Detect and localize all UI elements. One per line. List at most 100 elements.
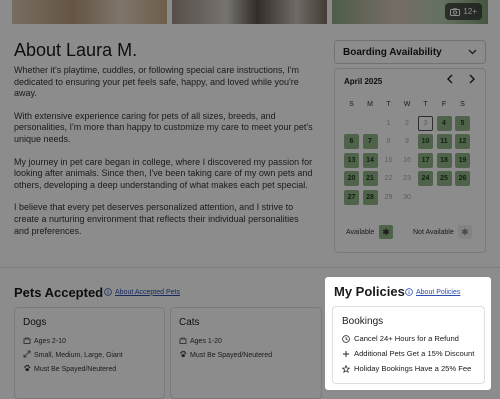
availability-calendar: April 2025 S M T W T F S 1 2 3 4 5 6 7 8 9 10 11 12…: [334, 68, 486, 253]
chevron-left-icon: [447, 74, 453, 84]
pet-detail-text: Small, Medium, Large, Giant: [34, 351, 123, 359]
about-policies-link[interactable]: About Policies: [405, 288, 460, 296]
pet-detail-row: Small, Medium, Large, Giant: [23, 350, 123, 360]
about-paragraph: I believe that every pet deserves person…: [14, 202, 299, 236]
calendar-day: 16: [403, 156, 411, 164]
photo-count-label: 12+: [463, 7, 477, 16]
chevron-down-icon: [468, 49, 477, 55]
about-title: About Laura M.: [14, 40, 138, 60]
weekday-label: M: [367, 101, 373, 108]
photo-count-badge[interactable]: 12+: [445, 3, 482, 20]
pet-detail-row: Ages 2-10: [23, 336, 66, 346]
calendar-day[interactable]: 19: [455, 152, 470, 168]
about-paragraph: With extensive experience caring for pet…: [14, 110, 313, 144]
calendar-day[interactable]: 26: [455, 171, 470, 186]
pet-type-name: Dogs: [23, 317, 47, 328]
calendar-day[interactable]: 6: [344, 134, 359, 149]
calendar-grid: S M T W T F S 1 2 3 4 5 6 7 8 9 10 11 12 13 14 15 16 17 1…: [344, 97, 470, 205]
gallery-photo[interactable]: [172, 0, 327, 24]
about-paragraph: My journey in pet care began in college,…: [14, 156, 313, 190]
size-icon: [23, 350, 31, 360]
calendar-day[interactable]: 25: [436, 171, 452, 186]
info-icon: [104, 288, 112, 296]
pet-detail-row: Must Be Spayed/Neutered: [179, 350, 272, 360]
calendar-day[interactable]: 24: [418, 171, 433, 186]
pet-card-cats: Cats Ages 1-20 Must Be Spayed/Neutered: [170, 307, 322, 399]
weekday-label: W: [403, 101, 411, 108]
pet-detail-text: Ages 2-10: [34, 337, 66, 345]
gallery-photo[interactable]: [12, 0, 167, 24]
availability-select-label: Boarding Availability: [343, 46, 442, 58]
calendar-day[interactable]: 28: [362, 189, 378, 205]
calendar-day[interactable]: 13: [344, 152, 359, 168]
about-description: Whether it's playtime, cuddles, or follo…: [14, 65, 314, 248]
calendar-day[interactable]: 17: [418, 152, 433, 168]
about-policies-label: About Policies: [416, 288, 461, 296]
calendar-day[interactable]: 11: [436, 134, 452, 149]
policies-title: My Policies: [334, 284, 405, 299]
pet-card-dogs: Dogs Ages 2-10 Small, Medium, Large, Gia…: [14, 307, 165, 399]
policy-text: Holiday Bookings Have a 25% Fee: [354, 364, 472, 373]
calendar-day[interactable]: 5: [455, 115, 470, 131]
pet-detail-row: Must Be Spayed/Neutered: [23, 364, 116, 374]
policy-row: Cancel 24+ Hours for a Refund: [342, 334, 459, 343]
weekday-label: T: [423, 101, 428, 108]
calendar-month: April 2025: [344, 77, 383, 86]
calendar-day: 8: [386, 138, 391, 145]
weekday-label: S: [460, 101, 465, 108]
camera-icon: [450, 7, 461, 16]
asterisk-icon: ✱: [461, 226, 469, 237]
legend-not-available-label: Not Available: [413, 229, 454, 236]
legend-available-swatch: ✱: [379, 225, 393, 239]
bookings-policy-card: Bookings Cancel 24+ Hours for a Refund A…: [332, 306, 485, 384]
weekday-label: F: [441, 101, 447, 108]
legend-available-label: Available: [346, 229, 375, 236]
paw-icon: [179, 350, 187, 360]
pet-type-name: Cats: [179, 317, 200, 328]
calendar-day[interactable]: 10: [418, 134, 433, 149]
calendar-day: 23: [403, 175, 411, 182]
clock-icon: [342, 334, 350, 343]
calendar-day: 30: [403, 193, 411, 201]
pet-detail-text: Must Be Spayed/Neutered: [190, 351, 273, 359]
calendar-day: 15: [384, 156, 393, 164]
about-accepted-pets-link[interactable]: About Accepted Pets: [104, 288, 180, 296]
calendar-day: 22: [384, 175, 393, 182]
bookings-title: Bookings: [342, 316, 384, 327]
calendar-day: 9: [405, 138, 409, 145]
plus-icon: [342, 350, 350, 358]
calendar-day[interactable]: 21: [362, 171, 378, 186]
age-icon: [23, 336, 31, 346]
policy-row: Holiday Bookings Have a 25% Fee: [342, 364, 471, 373]
calendar-empty-cell: [344, 116, 359, 131]
pet-detail-text: Must Be Spayed/Neutered: [34, 365, 117, 373]
weekday-label: S: [349, 101, 354, 108]
calendar-day[interactable]: 18: [436, 152, 452, 168]
availability-select[interactable]: Boarding Availability: [334, 40, 486, 64]
calendar-empty-cell: [363, 116, 378, 131]
calendar-day[interactable]: 14: [362, 152, 378, 168]
asterisk-icon: ✱: [382, 226, 390, 237]
calendar-day: 29: [384, 193, 393, 201]
prev-month-button[interactable]: [446, 74, 454, 87]
calendar-day[interactable]: 4: [436, 115, 452, 131]
calendar-day: 1: [386, 119, 391, 127]
policies-section: My Policies About Policies Bookings Canc…: [325, 277, 491, 390]
about-accepted-pets-label: About Accepted Pets: [115, 288, 180, 296]
legend-not-available-swatch: ✱: [458, 225, 472, 239]
calendar-day: 2: [405, 119, 409, 127]
gallery-photo[interactable]: 12+: [332, 0, 488, 24]
calendar-day[interactable]: 12: [455, 134, 470, 149]
section-divider: [0, 267, 500, 268]
calendar-day[interactable]: 27: [344, 189, 359, 205]
age-icon: [179, 336, 187, 346]
about-paragraph: Whether it's playtime, cuddles, or follo…: [14, 65, 300, 99]
next-month-button[interactable]: [468, 74, 476, 87]
paw-icon: [23, 364, 31, 374]
calendar-day[interactable]: 20: [344, 171, 359, 186]
policy-text: Additional Pets Get a 15% Discount: [354, 349, 475, 358]
calendar-day[interactable]: 7: [362, 134, 378, 149]
pet-detail-row: Ages 1-20: [179, 336, 222, 346]
policy-row: Additional Pets Get a 15% Discount: [342, 349, 474, 358]
pet-detail-text: Ages 1-20: [190, 337, 222, 345]
